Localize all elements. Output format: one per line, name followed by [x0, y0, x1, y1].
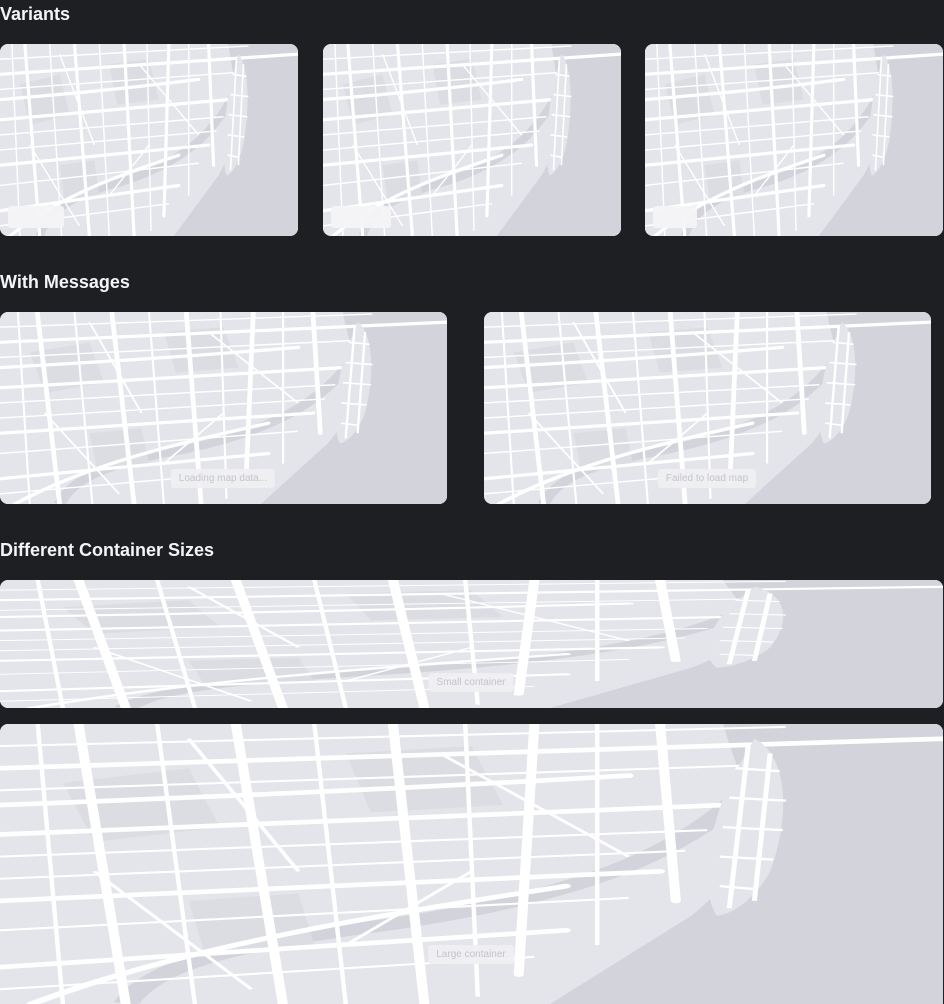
map-placeholder-pill [653, 206, 697, 228]
map-variant-3[interactable] [645, 44, 943, 236]
loading-message: Loading map data... [170, 469, 276, 488]
section-title-sizes: Different Container Sizes [0, 540, 215, 560]
section-title-messages: With Messages [0, 272, 130, 292]
error-message: Failed to load map [657, 469, 757, 488]
map-small-container[interactable]: Small container [0, 580, 943, 708]
map-variant-1[interactable] [0, 44, 298, 236]
map-large-container[interactable]: Large container [0, 724, 943, 1004]
map-loading[interactable]: Loading map data... [0, 312, 447, 504]
map-variant-2[interactable] [323, 44, 621, 236]
map-placeholder-pill [8, 206, 64, 228]
large-container-label: Large container [428, 945, 514, 964]
map-placeholder-pill [331, 206, 391, 228]
map-error[interactable]: Failed to load map [484, 312, 931, 504]
section-title-variants: Variants [0, 4, 71, 24]
small-container-label: Small container [428, 673, 514, 692]
